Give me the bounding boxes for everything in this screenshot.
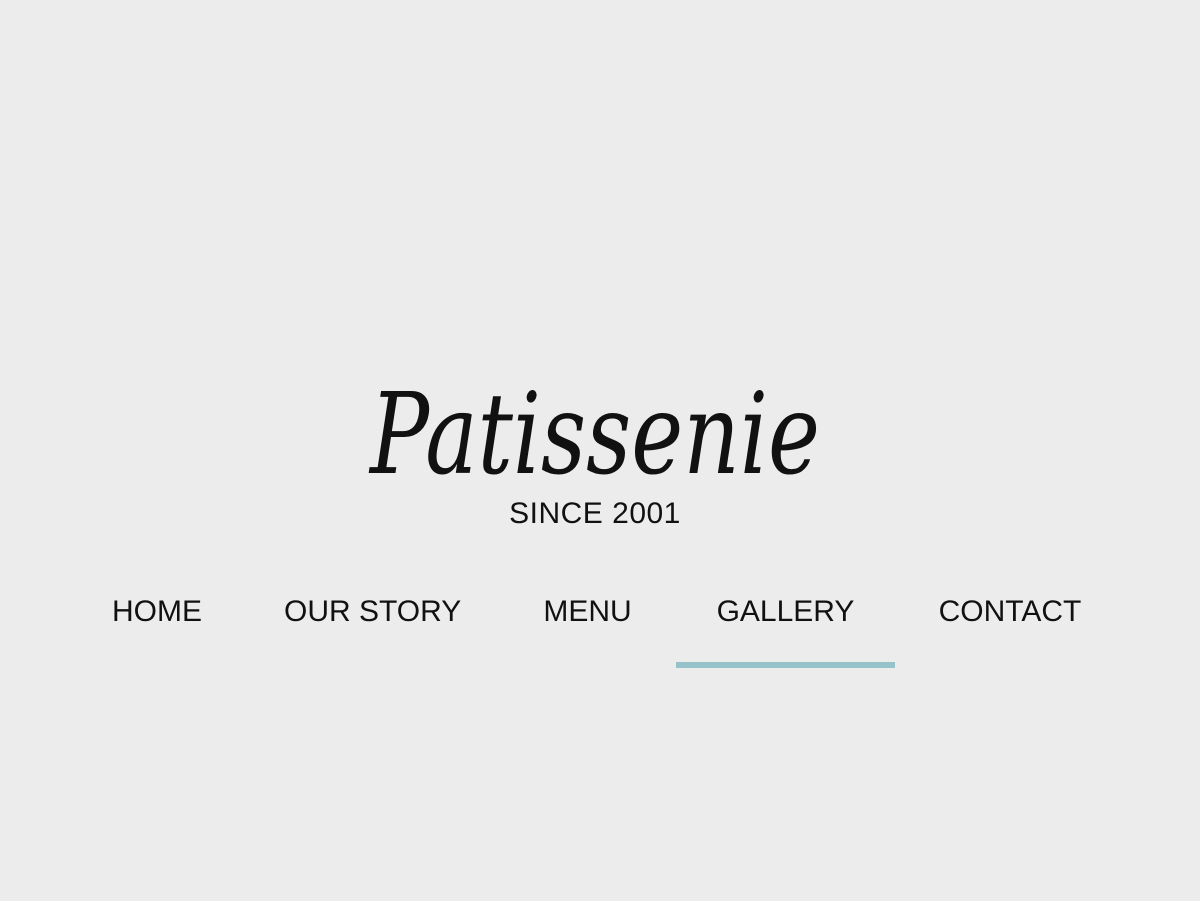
brand-tagline: SINCE 2001 [509,497,681,530]
nav-item-contact[interactable]: CONTACT [934,592,1086,668]
script-logo-icon: Patissenie [368,370,820,495]
page: Patissenie SINCE 2001 HOME OUR STORY MEN… [0,0,1200,901]
nav-item-label: MENU [543,595,632,628]
brand-logo[interactable]: Patissenie [360,355,830,495]
nav-item-menu[interactable]: MENU [537,592,638,668]
nav-item-label: GALLERY [716,595,855,628]
nav-item-label: OUR STORY [284,595,462,628]
nav-item-our-story[interactable]: OUR STORY [284,592,462,668]
active-nav-indicator [676,662,895,668]
nav-item-home[interactable]: HOME [105,592,209,668]
nav-item-label: CONTACT [938,595,1082,628]
nav-item-label: HOME [112,595,202,628]
nav-item-gallery[interactable]: GALLERY [676,592,895,668]
main-nav: HOME OUR STORY MENU GALLERY CONTACT [0,592,1200,672]
logo-wordmark: Patissenie [368,370,820,495]
